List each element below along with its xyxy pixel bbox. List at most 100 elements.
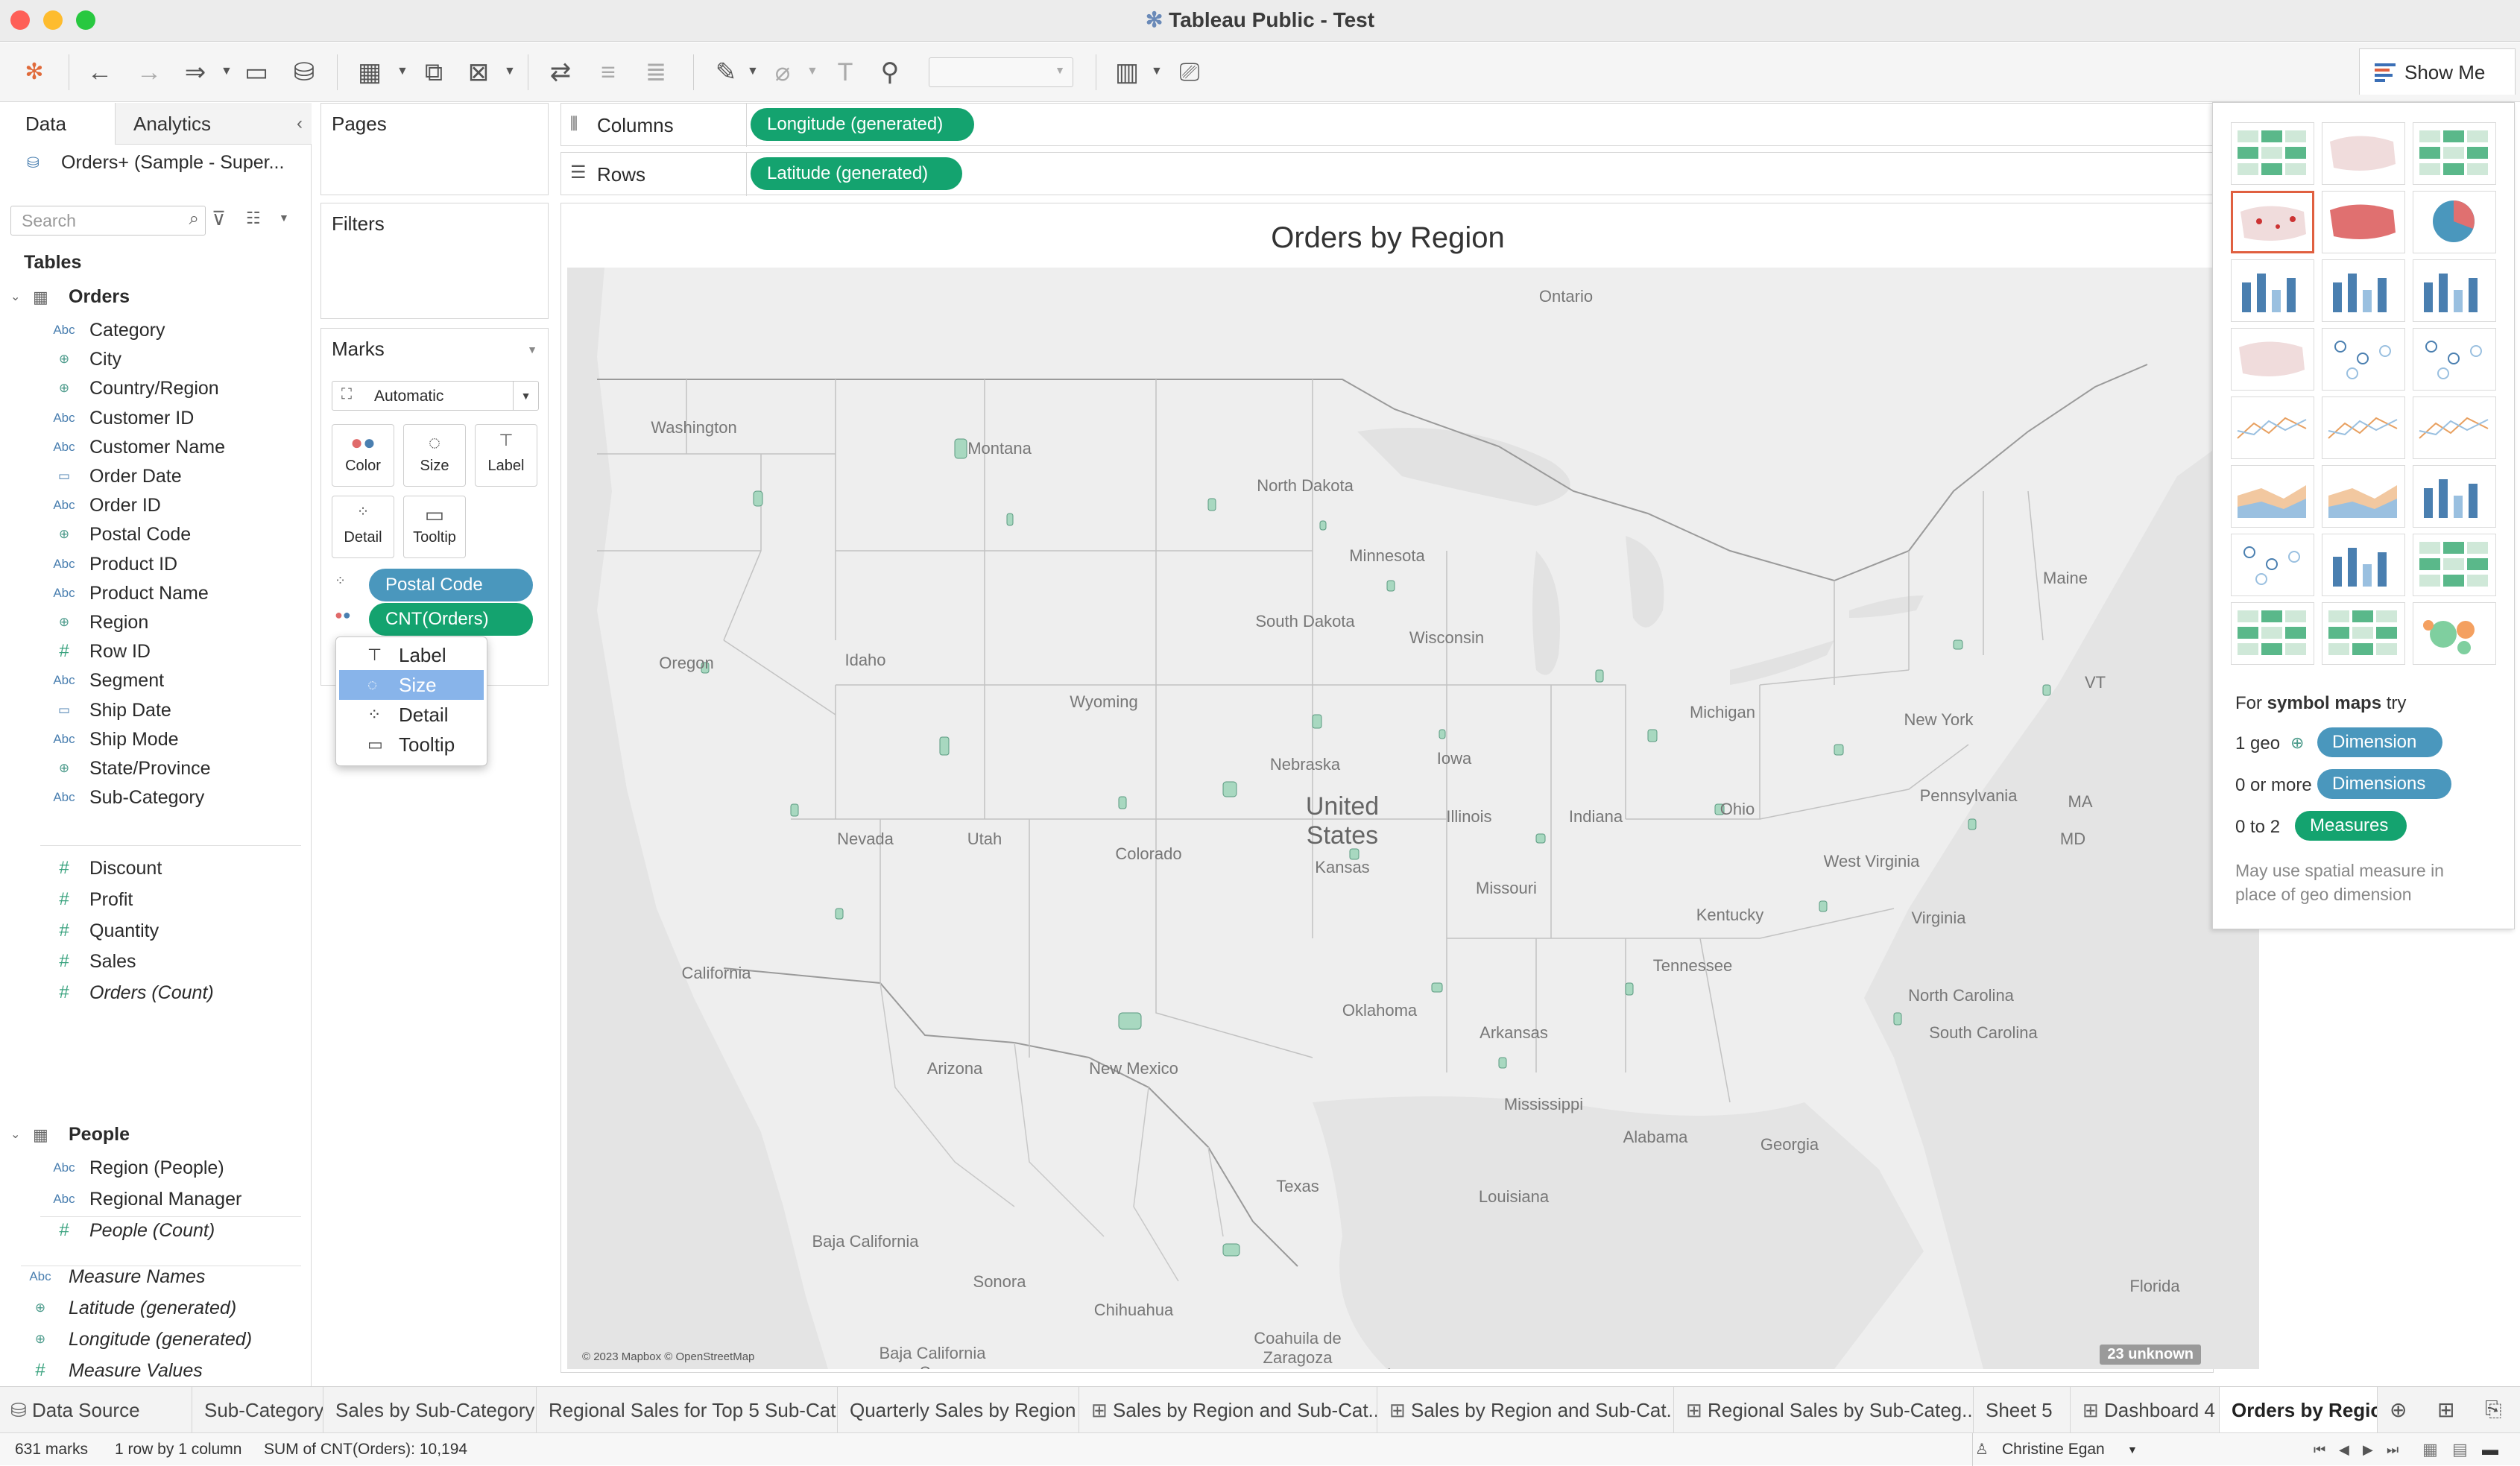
tab-orders-by-region[interactable]: Orders by Region [2220,1387,2378,1433]
tab-regional-sales-by-subcat[interactable]: ⊞ Regional Sales by Sub-Categ... [1674,1387,1974,1433]
clear-dropdown-icon[interactable]: ▼ [504,65,516,78]
field-item[interactable]: Product Name [89,579,209,607]
dual-combination-chart-icon[interactable] [2413,465,2496,528]
save-icon[interactable]: ▭ [240,56,273,89]
field-item[interactable]: Regional Manager [89,1185,241,1213]
last-sheet-icon[interactable]: ⏭ [2387,1433,2399,1466]
area-discrete-chart-icon[interactable] [2322,465,2405,528]
prev-sheet-icon[interactable]: ◀ [2339,1433,2349,1466]
tab-sales-by-region-2[interactable]: ⊞ Sales by Region and Sub-Cat... [1377,1387,1674,1433]
postal-code-pill[interactable]: Postal Code [369,569,533,601]
dual-lines-chart-icon[interactable] [2413,396,2496,459]
horizontal-bars-chart-icon[interactable] [2231,259,2314,322]
text-table-chart-icon[interactable] [2231,122,2314,185]
field-item[interactable]: Customer Name [89,433,225,461]
tooltip-button[interactable]: ▭ Tooltip [403,496,466,558]
filters-card[interactable]: Filters [320,203,549,319]
show-cards-icon[interactable]: ▥ [1111,56,1143,89]
fix-axes-icon[interactable]: ⚲ [874,56,906,89]
sort-descending-icon[interactable]: ≣ [640,56,672,89]
field-item[interactable]: Segment [89,666,164,695]
packed-bubbles-chart-icon[interactable] [2413,602,2496,665]
view-title[interactable]: Orders by Region [561,221,2214,255]
field-item[interactable]: City [89,345,121,373]
view-options-dropdown-icon[interactable]: ▼ [279,212,289,224]
line-continuous-chart-icon[interactable] [2231,396,2314,459]
menu-item-detail[interactable]: ⁘ Detail [339,700,484,730]
sheet-sorter-icon[interactable]: ▦ [2422,1433,2438,1466]
marks-menu-icon[interactable]: ▼ [527,344,537,356]
field-item[interactable]: Measure Names [69,1263,205,1291]
tab-sheet-5[interactable]: Sheet 5 [1974,1387,2071,1433]
sort-ascending-icon[interactable]: ≡ [592,56,625,89]
color-button[interactable]: ●● Color [332,424,394,487]
field-item[interactable]: Longitude (generated) [69,1325,252,1353]
filmstrip-icon[interactable]: ▤ [2452,1433,2468,1466]
new-worksheet-dropdown-icon[interactable]: ▼ [397,65,408,78]
pie-chart-chart-icon[interactable] [2413,191,2496,253]
field-item[interactable]: Latitude (generated) [69,1294,236,1322]
menu-item-tooltip[interactable]: ▭ Tooltip [339,730,484,759]
group-members-icon[interactable]: ⌀ [766,56,799,89]
highlight-dropdown-icon[interactable]: ▼ [747,65,759,78]
tableau-logo-icon[interactable]: ✻ [18,56,51,89]
side-by-side-bars-chart-icon[interactable] [2413,259,2496,322]
highlight-icon[interactable]: ✎ [710,56,742,89]
color-icon[interactable]: ●● [335,607,351,623]
tab-regional-sales-top5[interactable]: Regional Sales for Top 5 Sub-Cat... [537,1387,838,1433]
field-item[interactable]: Product ID [89,550,177,578]
table-orders[interactable]: Orders [69,286,130,308]
show-me-button[interactable]: Show Me [2359,48,2516,95]
field-item[interactable]: Country/Region [89,374,219,402]
size-button[interactable]: ◌ Size [403,424,466,487]
field-item[interactable]: Profit [89,885,133,914]
tab-sales-by-sub-category[interactable]: Sales by Sub-Category [323,1387,537,1433]
mark-type-select[interactable]: ⛶ Automatic ▼ [332,381,539,411]
first-sheet-icon[interactable]: ⏮ [2314,1433,2325,1466]
filled-map-chart-icon[interactable] [2322,191,2405,253]
presentation-mode-icon[interactable]: ⎚ [1173,56,1206,89]
status-user[interactable]: Christine Egan [2002,1433,2105,1466]
area-continuous-chart-icon[interactable] [2231,465,2314,528]
highlight-table-chart-icon[interactable] [2413,122,2496,185]
fit-select[interactable]: ▼ [929,57,1073,87]
pages-card[interactable]: Pages [320,103,549,195]
gantt-chart-chart-icon[interactable] [2231,602,2314,665]
expand-orders-icon[interactable]: ⌄ [10,289,20,304]
collapse-pane-icon[interactable]: ‹ [297,103,303,145]
line-discrete-chart-icon[interactable] [2322,396,2405,459]
detail-icon[interactable]: ⁘ [335,573,346,589]
latitude-pill[interactable]: Latitude (generated) [751,157,962,190]
tab-data[interactable]: Data [0,103,115,145]
field-item[interactable]: Measure Values [69,1356,203,1385]
show-cards-dropdown-icon[interactable]: ▼ [1151,65,1163,78]
symbol-map-chart-icon[interactable] [2231,191,2314,253]
columns-shelf[interactable]: ⫼ Columns Longitude (generated) [560,103,2214,147]
show-mark-labels-icon[interactable]: T [829,56,862,89]
scatter-plot-chart-icon[interactable] [2231,534,2314,596]
field-item[interactable]: Ship Mode [89,725,179,753]
field-item[interactable]: Order ID [89,491,161,519]
new-worksheet-icon[interactable]: ▦ [353,56,386,89]
next-sheet-icon[interactable]: ▶ [2363,1433,2373,1466]
field-item[interactable]: Row ID [89,637,151,666]
swap-rows-columns-icon[interactable]: ⇄ [544,56,577,89]
filter-fields-icon[interactable]: ⊽ [212,207,226,230]
field-item[interactable]: Postal Code [89,520,191,549]
new-datasource-icon[interactable]: ⛁ [288,56,320,89]
field-item[interactable]: Ship Date [89,696,171,724]
tab-sub-category[interactable]: Sub-Category [192,1387,323,1433]
tab-analytics[interactable]: Analytics ‹ [115,103,312,145]
datasource-name[interactable]: Orders+ (Sample - Super... [61,152,284,174]
bullet-graph-chart-icon[interactable] [2322,602,2405,665]
new-worksheet-icon[interactable]: ⊕ [2390,1397,2407,1422]
new-story-icon[interactable]: ⎘ [2485,1397,2501,1422]
rows-shelf[interactable]: ☰ Rows Latitude (generated) [560,152,2214,196]
field-item[interactable]: Sub-Category [89,783,204,812]
stacked-bars-chart-icon[interactable] [2322,259,2405,322]
field-item[interactable]: Region [89,608,148,636]
menu-item-size[interactable]: ◌ Size [339,670,484,700]
circle-views-chart-icon[interactable] [2322,328,2405,391]
replay-dropdown-icon[interactable]: ▼ [221,65,233,78]
search-input[interactable]: Search ⌕ [10,206,206,236]
